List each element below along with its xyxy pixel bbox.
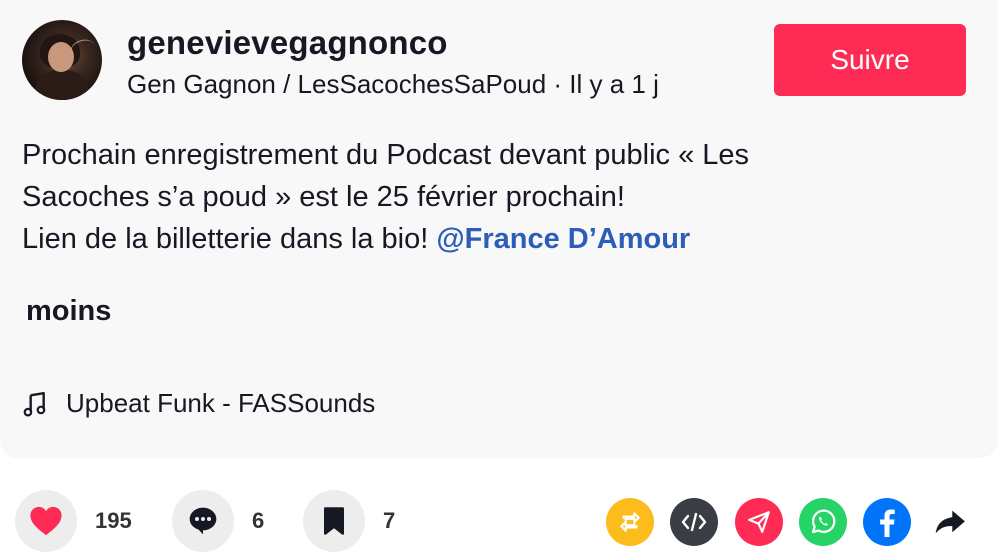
share-arrow-icon [935,510,965,534]
comment-button[interactable] [172,490,234,552]
post-caption: Prochain enregistrement du Podcast devan… [22,134,972,260]
send-button[interactable] [735,498,783,546]
mention-link[interactable]: @France D’Amour [436,223,690,255]
music-link[interactable]: Upbeat Funk - FASSounds [22,388,375,419]
embed-icon [681,512,707,532]
follow-button[interactable]: Suivre [774,24,966,96]
less-toggle[interactable]: moins [26,295,111,328]
save-action[interactable]: 7 [303,490,395,552]
caption-line-3-text: Lien de la billetterie dans la bio! [22,223,437,255]
comment-count: 6 [252,508,265,533]
save-button[interactable] [303,490,365,552]
comment-action[interactable]: 6 [172,490,264,552]
repost-icon [620,512,640,532]
caption-line-2: Sacoches s’a poud » est le 25 février pr… [22,181,625,213]
facebook-button[interactable] [863,498,911,546]
whatsapp-icon [811,509,836,534]
like-action[interactable]: 195 [15,490,132,552]
bookmark-icon [324,507,344,535]
author-line: Gen Gagnon / LesSacochesSaPoud · Il y a … [127,69,659,99]
repost-button[interactable] [606,498,654,546]
post-card: genevievegagnonco Gen Gagnon / LesSacoch… [0,0,998,458]
heart-icon [30,506,62,536]
caption-line-3: Lien de la billetterie dans la bio! @Fra… [22,218,972,260]
username[interactable]: genevievegagnonco [127,24,448,62]
music-title: Upbeat Funk - FASSounds [66,388,376,418]
caption-line-1: Prochain enregistrement du Podcast devan… [22,139,750,171]
share-button[interactable] [926,498,974,546]
facebook-icon [880,509,895,537]
avatar[interactable] [22,20,102,100]
whatsapp-button[interactable] [799,498,847,546]
embed-button[interactable] [670,498,718,546]
comment-icon [189,507,217,535]
save-count: 7 [383,508,396,533]
music-note-icon [23,391,46,416]
send-icon [748,511,770,533]
action-bar: 195 6 7 [0,490,998,554]
like-button[interactable] [15,490,77,552]
like-count: 195 [95,508,132,533]
